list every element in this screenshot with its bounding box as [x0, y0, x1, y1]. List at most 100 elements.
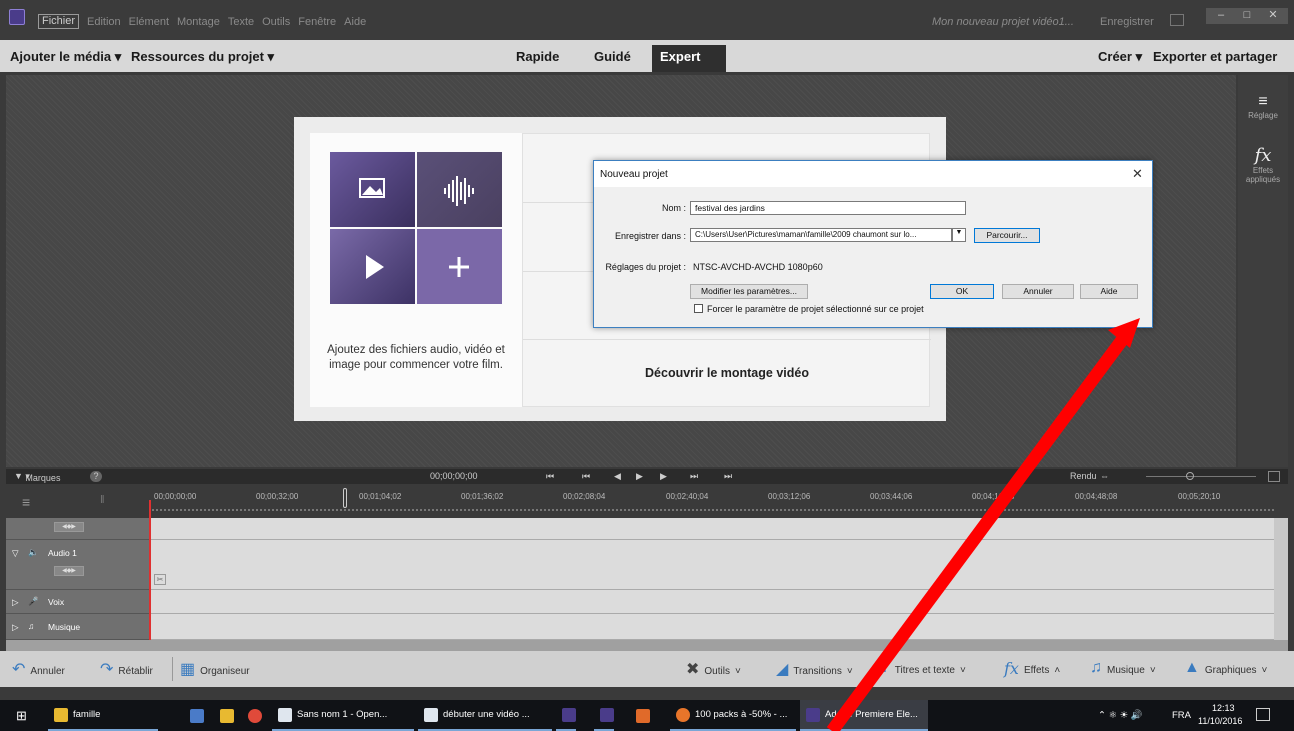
track-body-music[interactable] [150, 614, 1274, 640]
notifications-icon[interactable] [1256, 708, 1270, 721]
menu-element[interactable]: Elément [129, 16, 169, 29]
tab-expert[interactable]: Expert [652, 45, 726, 72]
taskbar-item-openoffice[interactable]: Sans nom 1 - Open... [272, 700, 414, 731]
timeline-ruler[interactable]: ≡ ‖ 00;00;00;00 00;00;32;00 00;01;04;02 … [6, 484, 1288, 518]
keyframe-nav-control[interactable]: ◀◆▶ [54, 522, 84, 532]
work-area-handle[interactable] [343, 488, 347, 508]
add-media-menu[interactable]: Ajouter le média ▾ [10, 49, 121, 65]
track-body-voice[interactable] [150, 590, 1274, 614]
track-body-audio1[interactable]: ✂ [150, 540, 1274, 590]
save-button[interactable]: Enregistrer [1100, 16, 1154, 28]
discover-editing-link[interactable]: Découvrir le montage vidéo [523, 366, 931, 380]
menu-texte[interactable]: Texte [228, 16, 254, 29]
menu-outils[interactable]: Outils [262, 16, 290, 29]
chevron-down-icon[interactable]: ▼ [952, 228, 966, 242]
help-icon[interactable]: ? [90, 471, 102, 482]
menu-edition[interactable]: Edition [87, 16, 121, 29]
add-thumbnail[interactable] [417, 229, 502, 304]
force-settings-checkbox[interactable] [694, 304, 703, 313]
clock-time[interactable]: 12:13 [1212, 703, 1235, 713]
taskbar-item-premiere[interactable]: Adobe Premiere Ele... [800, 700, 928, 731]
taskbar-label: famille [73, 709, 101, 720]
menu-fenetre[interactable]: Fenêtre [298, 16, 336, 29]
export-share-menu[interactable]: Exporter et partager [1153, 49, 1277, 64]
system-tray-icons[interactable]: ⌃ ⚛ ☀ 🔊 [1098, 710, 1143, 721]
language-indicator[interactable]: FRA [1172, 710, 1191, 721]
taskbar-pinned-media[interactable] [630, 700, 650, 731]
redo-button[interactable]: ↷ Rétablir [100, 661, 153, 679]
track-settings-icon[interactable]: ≡ [22, 494, 30, 510]
help-button[interactable]: Aide [1080, 284, 1138, 299]
timeline-vertical-scrollbar[interactable] [1274, 518, 1288, 640]
menu-fichier[interactable]: Fichier [38, 14, 80, 29]
ok-button[interactable]: OK [930, 284, 994, 299]
organizer-button[interactable]: ▦ Organiseur [180, 661, 250, 679]
next-edit-icon[interactable]: ⏭ [690, 471, 698, 482]
go-to-end-icon[interactable]: ⏭ [724, 471, 732, 482]
tab-quick[interactable]: Rapide [516, 49, 559, 64]
audio-mixer-icon[interactable]: ‖ [100, 494, 105, 506]
cancel-button[interactable]: Annuler [1002, 284, 1074, 299]
taskbar-item-document[interactable]: débuter une vidéo ... [418, 700, 552, 731]
collapse-icon[interactable]: ▽ [12, 548, 19, 559]
taskbar-pinned-chrome[interactable] [242, 700, 262, 731]
applied-effects-button[interactable]: fx Effets appliqués [1238, 145, 1288, 184]
menu-montage[interactable]: Montage [177, 16, 220, 29]
taskbar-pinned-explorer[interactable] [214, 700, 234, 731]
go-to-start-icon[interactable]: ⏮ [546, 471, 554, 482]
taskbar-item-firefox[interactable]: 100 packs à -50% - ... [670, 700, 796, 731]
undo-button[interactable]: ↶ Annuler [12, 661, 65, 679]
save-location-select[interactable]: C:\Users\User\Pictures\maman\famille\200… [690, 228, 952, 242]
zoom-slider-handle[interactable] [1186, 472, 1194, 480]
track-header-audio1[interactable]: ▽ 🔈 Audio 1 ◀◆▶ [6, 540, 150, 590]
step-forward-icon[interactable]: ▶ [660, 471, 667, 482]
create-menu[interactable]: Créer ▾ [1098, 49, 1142, 65]
taskbar-pinned-organizer[interactable] [594, 700, 614, 731]
keyframe-nav-control[interactable]: ◀◆▶ [54, 566, 84, 576]
zoom-slider[interactable] [1146, 476, 1256, 477]
close-button[interactable]: ✕ [1258, 8, 1288, 24]
zoom-fit-icon[interactable]: ⇔ [1100, 471, 1109, 481]
playhead[interactable] [149, 500, 151, 640]
track-body-video[interactable] [150, 518, 1274, 540]
timeline-horizontal-scrollbar[interactable] [6, 640, 1288, 651]
effects-button[interactable]: fx Effets ˄ [1004, 659, 1060, 678]
adjust-button[interactable]: ≡ Réglage [1238, 93, 1288, 120]
track-header-voice[interactable]: ▷ 🎤 Voix [6, 590, 150, 614]
modify-settings-button[interactable]: Modifier les paramètres... [690, 284, 808, 299]
tools-button[interactable]: ✖ Outils ˅ [686, 661, 741, 679]
scissors-icon[interactable]: ✂ [154, 574, 166, 585]
music-button[interactable]: ♫ Musique ˅ [1090, 659, 1156, 677]
track-header-music[interactable]: ▷ ♫ Musique [6, 614, 150, 640]
prev-edit-icon[interactable]: ⏮ [582, 471, 590, 482]
taskbar-item-folder[interactable]: famille [48, 700, 158, 731]
expand-icon[interactable]: ▷ [12, 622, 19, 633]
browse-button[interactable]: Parcourir... [974, 228, 1040, 243]
tab-guided[interactable]: Guidé [594, 49, 631, 64]
menu-aide[interactable]: Aide [344, 16, 366, 29]
fullscreen-icon[interactable] [1170, 14, 1184, 26]
add-media-panel[interactable]: Ajoutez des fichiers audio, vidéo et ima… [310, 133, 522, 407]
step-back-icon[interactable]: ◀ [614, 471, 621, 482]
titles-button[interactable]: T Titres et texte ˅ [880, 659, 966, 677]
start-button[interactable]: ⊞ [10, 700, 27, 731]
menu-bar: Fichier Edition Elément Montage Texte Ou… [38, 14, 366, 29]
render-button[interactable]: Rendu [1070, 471, 1097, 481]
expand-timeline-icon[interactable] [1268, 471, 1280, 482]
premiere-elements-logo-icon[interactable] [9, 9, 25, 25]
taskbar-pinned-premiere[interactable] [556, 700, 576, 731]
project-name-input[interactable]: festival des jardins [690, 201, 966, 215]
transitions-label: Transitions [793, 665, 842, 677]
graphics-button[interactable]: ▲ Graphiques ˅ [1184, 659, 1267, 677]
play-button-icon[interactable]: ▶ [636, 471, 643, 482]
expand-icon[interactable]: ▷ [12, 597, 19, 608]
markers-menu[interactable]: ▼ Marques ▾ [14, 471, 60, 483]
taskbar-pinned-app[interactable] [184, 700, 204, 731]
track-header-video[interactable]: ◀◆▶ [6, 518, 150, 540]
fx-effects-icon: fx [1004, 659, 1019, 678]
transitions-icon: ◢ [776, 661, 789, 678]
transitions-button[interactable]: ◢ Transitions ˅ [776, 661, 853, 679]
clock-date[interactable]: 11/10/2016 [1198, 716, 1242, 726]
dialog-close-button[interactable]: ✕ [1132, 166, 1143, 182]
project-resources-menu[interactable]: Ressources du projet ▾ [131, 49, 274, 65]
